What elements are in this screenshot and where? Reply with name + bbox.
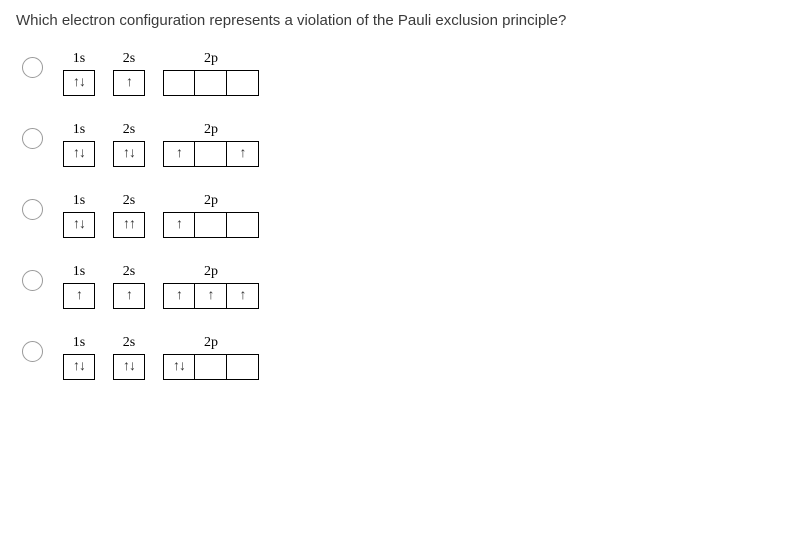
orbital-box: ↑↓ [113, 141, 145, 167]
orbital-box: ↑ [163, 283, 195, 309]
radio-option-5[interactable] [22, 341, 43, 362]
subshell-2s: 2s ↑ [113, 264, 145, 309]
config-2: 1s ↑↓ 2s ↑↓ 2p ↑ ↑ [63, 122, 259, 167]
orbital-box [195, 141, 227, 167]
option-2: 1s ↑↓ 2s ↑↓ 2p ↑ ↑ [22, 122, 793, 167]
orbital-box: ↑↓ [113, 354, 145, 380]
subshell-1s: 1s ↑ [63, 264, 95, 309]
label-2p: 2p [204, 193, 218, 209]
orbital-box: ↑ [195, 283, 227, 309]
subshell-2p: 2p [163, 51, 259, 96]
label-1s: 1s [73, 193, 85, 209]
label-2s: 2s [123, 335, 135, 351]
subshell-2s: 2s ↑↓ [113, 335, 145, 380]
orbital-box [163, 70, 195, 96]
orbital-box: ↑↓ [63, 354, 95, 380]
subshell-1s: 1s ↑↓ [63, 335, 95, 380]
orbital-box: ↑ [163, 212, 195, 238]
orbital-box [195, 70, 227, 96]
subshell-2s: 2s ↑↑ [113, 193, 145, 238]
label-2s: 2s [123, 264, 135, 280]
subshell-1s: 1s ↑↓ [63, 193, 95, 238]
label-1s: 1s [73, 335, 85, 351]
orbital-box: ↑ [227, 141, 259, 167]
orbital-box: ↑ [113, 283, 145, 309]
radio-option-3[interactable] [22, 199, 43, 220]
orbital-box: ↑↑ [113, 212, 145, 238]
label-2p: 2p [204, 122, 218, 138]
question-text: Which electron configuration represents … [16, 12, 793, 29]
label-2s: 2s [123, 51, 135, 67]
label-2p: 2p [204, 335, 218, 351]
label-2s: 2s [123, 122, 135, 138]
orbital-box: ↑ [163, 141, 195, 167]
config-4: 1s ↑ 2s ↑ 2p ↑ ↑ ↑ [63, 264, 259, 309]
orbital-box [227, 354, 259, 380]
orbital-box: ↑↓ [163, 354, 195, 380]
radio-option-2[interactable] [22, 128, 43, 149]
config-5: 1s ↑↓ 2s ↑↓ 2p ↑↓ [63, 335, 259, 380]
orbital-box [227, 70, 259, 96]
orbital-box [227, 212, 259, 238]
option-5: 1s ↑↓ 2s ↑↓ 2p ↑↓ [22, 335, 793, 380]
radio-option-1[interactable] [22, 57, 43, 78]
config-3: 1s ↑↓ 2s ↑↑ 2p ↑ [63, 193, 259, 238]
subshell-1s: 1s ↑↓ [63, 51, 95, 96]
config-1: 1s ↑↓ 2s ↑ 2p [63, 51, 259, 96]
orbital-box: ↑ [227, 283, 259, 309]
subshell-2p: 2p ↑↓ [163, 335, 259, 380]
options-container: 1s ↑↓ 2s ↑ 2p 1s ↑↓ [16, 51, 793, 380]
orbital-box: ↑↓ [63, 212, 95, 238]
radio-option-4[interactable] [22, 270, 43, 291]
subshell-1s: 1s ↑↓ [63, 122, 95, 167]
label-2p: 2p [204, 51, 218, 67]
orbital-box: ↑↓ [63, 70, 95, 96]
orbital-box: ↑ [63, 283, 95, 309]
orbital-box: ↑↓ [63, 141, 95, 167]
option-4: 1s ↑ 2s ↑ 2p ↑ ↑ ↑ [22, 264, 793, 309]
orbital-box [195, 212, 227, 238]
subshell-2s: 2s ↑↓ [113, 122, 145, 167]
label-2s: 2s [123, 193, 135, 209]
subshell-2p: 2p ↑ ↑ [163, 122, 259, 167]
subshell-2p: 2p ↑ ↑ ↑ [163, 264, 259, 309]
orbital-box [195, 354, 227, 380]
orbital-box: ↑ [113, 70, 145, 96]
option-1: 1s ↑↓ 2s ↑ 2p [22, 51, 793, 96]
subshell-2s: 2s ↑ [113, 51, 145, 96]
option-3: 1s ↑↓ 2s ↑↑ 2p ↑ [22, 193, 793, 238]
subshell-2p: 2p ↑ [163, 193, 259, 238]
label-1s: 1s [73, 264, 85, 280]
label-1s: 1s [73, 122, 85, 138]
label-2p: 2p [204, 264, 218, 280]
label-1s: 1s [73, 51, 85, 67]
